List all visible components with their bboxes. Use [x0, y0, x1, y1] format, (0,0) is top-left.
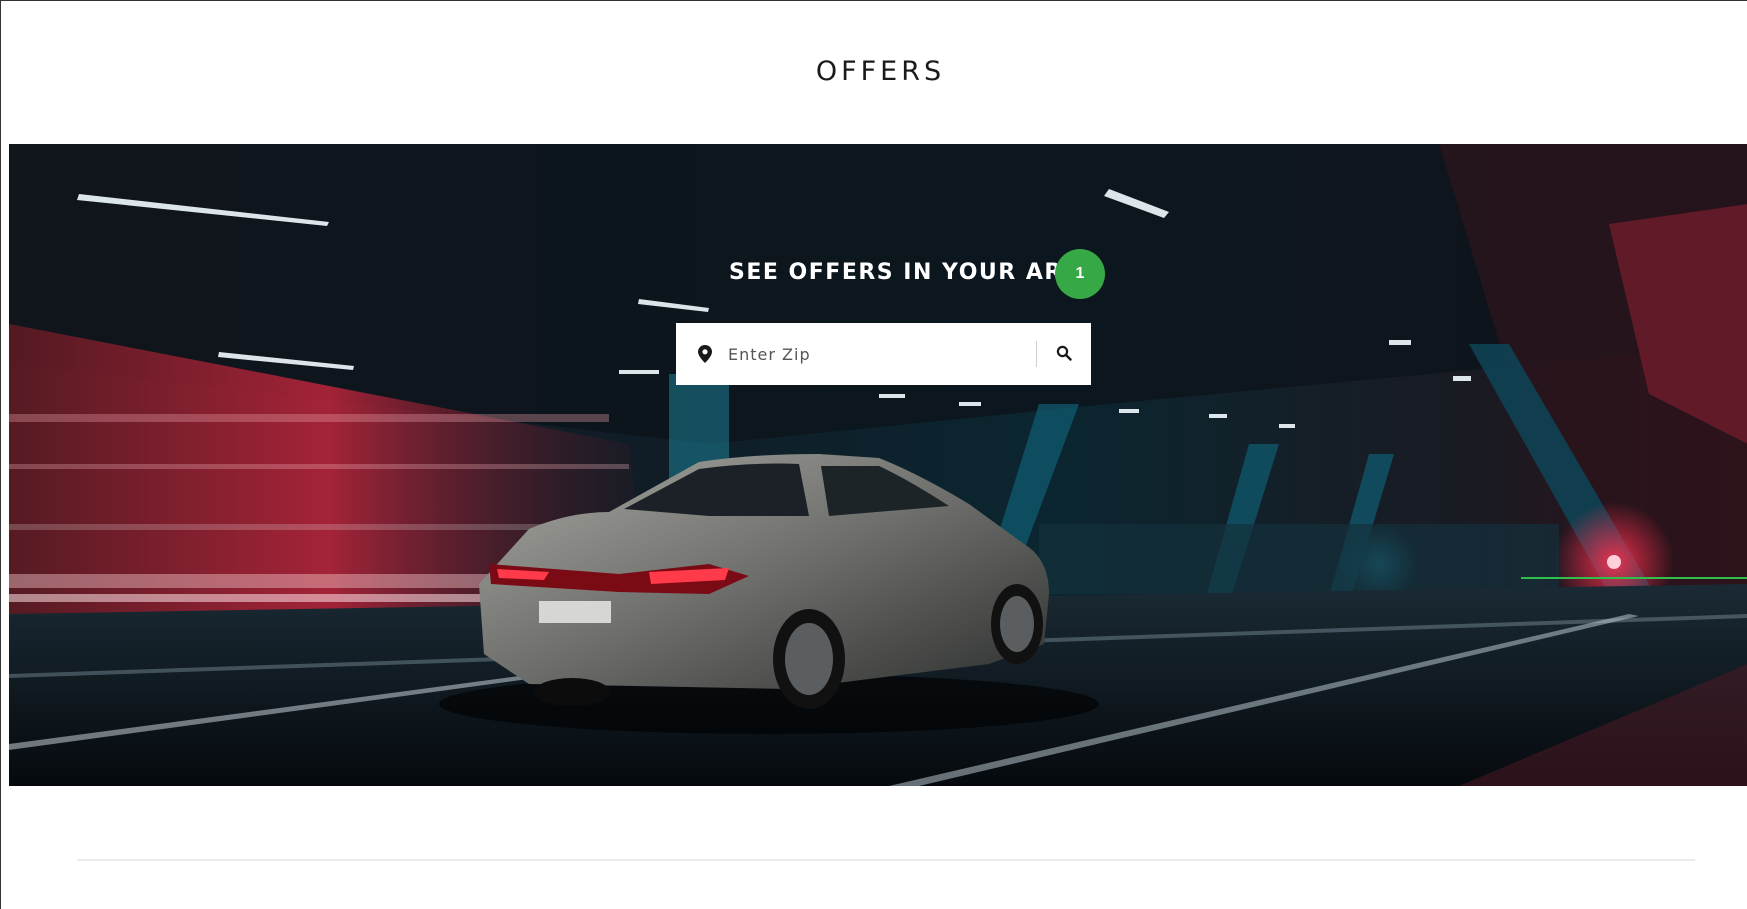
browser-frame: OFFERS SEE OFFERS IN YOUR AREA 1 Enter Z… — [0, 0, 1747, 909]
zip-search-box — [676, 323, 1091, 385]
section-divider — [77, 859, 1695, 861]
hero-banner — [9, 144, 1747, 786]
search-button[interactable] — [1037, 323, 1091, 385]
zip-code-input[interactable] — [726, 333, 1036, 375]
magnifier-icon — [1056, 345, 1072, 364]
hero-background-image — [9, 144, 1747, 786]
step-number-badge: 1 — [1055, 249, 1105, 299]
map-pin-icon — [694, 343, 716, 365]
hero-heading-row: SEE OFFERS IN YOUR AREA 1 — [1, 249, 1747, 299]
page-title: OFFERS — [815, 56, 946, 87]
annotation-callout-line — [1521, 577, 1747, 579]
hero-heading: SEE OFFERS IN YOUR AREA — [729, 260, 1098, 285]
page-header: OFFERS — [1, 1, 1747, 144]
